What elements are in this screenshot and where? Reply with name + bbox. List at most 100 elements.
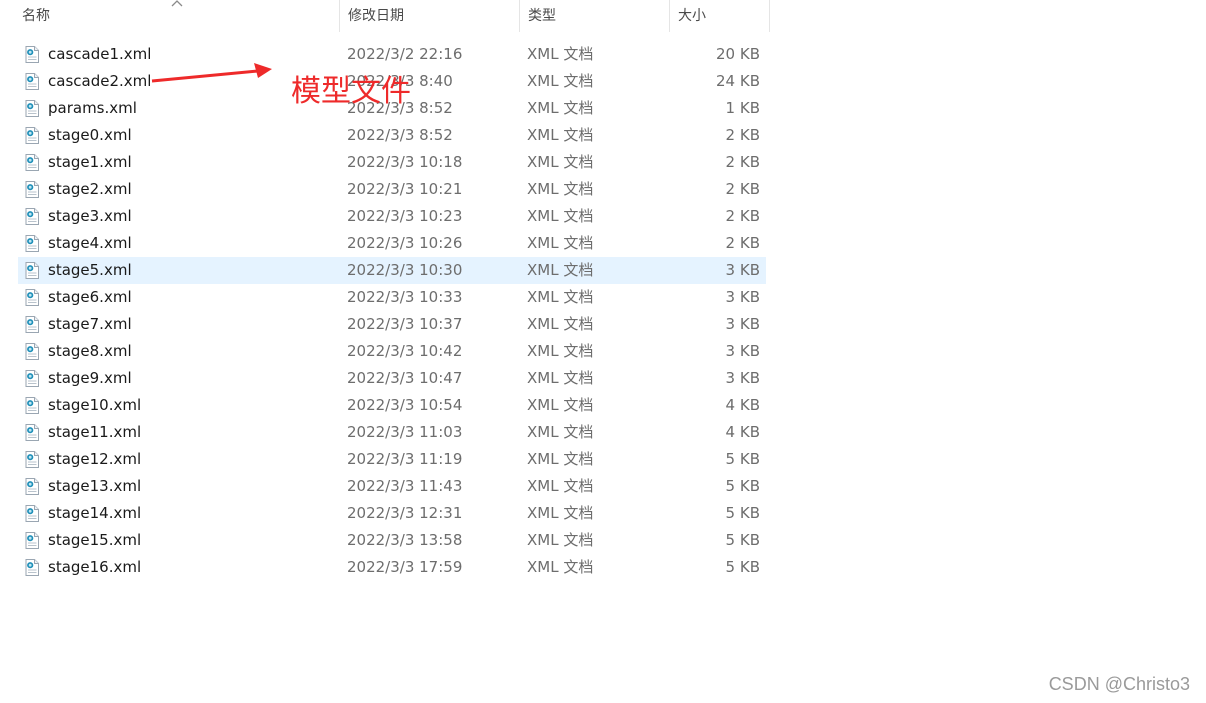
- file-type: XML 文档: [527, 423, 594, 441]
- file-type: XML 文档: [527, 396, 594, 414]
- file-size: 4 KB: [725, 396, 760, 414]
- file-row[interactable]: stage5.xml 2022/3/3 10:30 XML 文档 3 KB: [18, 257, 766, 284]
- file-type: XML 文档: [527, 369, 594, 387]
- file-size: 3 KB: [725, 342, 760, 360]
- file-row[interactable]: stage10.xml 2022/3/3 10:54 XML 文档 4 KB: [18, 392, 766, 419]
- file-type: XML 文档: [527, 315, 594, 333]
- file-size: 3 KB: [725, 369, 760, 387]
- file-size: 5 KB: [725, 450, 760, 468]
- file-name: stage4.xml: [48, 234, 132, 252]
- file-modified-date: 2022/3/3 11:43: [347, 477, 463, 495]
- file-modified-date: 2022/3/3 10:47: [347, 369, 463, 387]
- file-size: 5 KB: [725, 558, 760, 576]
- file-modified-date: 2022/3/3 11:19: [347, 450, 463, 468]
- file-type: XML 文档: [527, 450, 594, 468]
- file-size: 2 KB: [725, 126, 760, 144]
- xml-file-icon: [25, 46, 39, 63]
- xml-file-icon: [25, 154, 39, 171]
- column-header-bar: 名称 修改日期 类型 大小: [0, 0, 770, 32]
- file-row[interactable]: stage12.xml 2022/3/3 11:19 XML 文档 5 KB: [18, 446, 766, 473]
- file-modified-date: 2022/3/3 10:33: [347, 288, 463, 306]
- file-type: XML 文档: [527, 261, 594, 279]
- file-size: 4 KB: [725, 423, 760, 441]
- file-name: stage15.xml: [48, 531, 142, 549]
- xml-file-icon: [25, 451, 39, 468]
- file-size: 3 KB: [725, 288, 760, 306]
- xml-file-icon: [25, 370, 39, 387]
- file-row[interactable]: stage7.xml 2022/3/3 10:37 XML 文档 3 KB: [18, 311, 766, 338]
- file-row[interactable]: stage1.xml 2022/3/3 10:18 XML 文档 2 KB: [18, 149, 766, 176]
- file-modified-date: 2022/3/3 13:58: [347, 531, 463, 549]
- xml-file-icon: [25, 73, 39, 90]
- file-row[interactable]: stage2.xml 2022/3/3 10:21 XML 文档 2 KB: [18, 176, 766, 203]
- xml-file-icon: [25, 289, 39, 306]
- file-row[interactable]: stage11.xml 2022/3/3 11:03 XML 文档 4 KB: [18, 419, 766, 446]
- xml-file-icon: [25, 532, 39, 549]
- file-row[interactable]: cascade1.xml 2022/3/2 22:16 XML 文档 20 KB: [18, 41, 766, 68]
- file-size: 24 KB: [716, 72, 760, 90]
- file-type: XML 文档: [527, 72, 594, 90]
- file-list: cascade1.xml 2022/3/2 22:16 XML 文档 20 KB cas…: [18, 41, 766, 581]
- file-row[interactable]: stage0.xml 2022/3/3 8:52 XML 文档 2 KB: [18, 122, 766, 149]
- file-modified-date: 2022/3/3 11:03: [347, 423, 463, 441]
- xml-file-icon: [25, 559, 39, 576]
- file-modified-date: 2022/3/3 10:23: [347, 207, 463, 225]
- xml-file-icon: [25, 127, 39, 144]
- file-row[interactable]: stage6.xml 2022/3/3 10:33 XML 文档 3 KB: [18, 284, 766, 311]
- file-type: XML 文档: [527, 99, 594, 117]
- file-modified-date: 2022/3/3 10:21: [347, 180, 463, 198]
- file-type: XML 文档: [527, 558, 594, 576]
- file-type: XML 文档: [527, 477, 594, 495]
- file-name: stage3.xml: [48, 207, 132, 225]
- file-size: 20 KB: [716, 45, 760, 63]
- file-row[interactable]: stage8.xml 2022/3/3 10:42 XML 文档 3 KB: [18, 338, 766, 365]
- file-size: 5 KB: [725, 531, 760, 549]
- file-name: cascade2.xml: [48, 72, 152, 90]
- file-name: stage11.xml: [48, 423, 142, 441]
- xml-file-icon: [25, 343, 39, 360]
- file-row[interactable]: stage14.xml 2022/3/3 12:31 XML 文档 5 KB: [18, 500, 766, 527]
- column-header-date[interactable]: 修改日期: [340, 0, 520, 32]
- file-type: XML 文档: [527, 207, 594, 225]
- file-name: stage16.xml: [48, 558, 142, 576]
- file-row[interactable]: stage13.xml 2022/3/3 11:43 XML 文档 5 KB: [18, 473, 766, 500]
- file-modified-date: 2022/3/3 10:30: [347, 261, 463, 279]
- file-type: XML 文档: [527, 126, 594, 144]
- file-modified-date: 2022/3/3 10:26: [347, 234, 463, 252]
- file-row[interactable]: stage9.xml 2022/3/3 10:47 XML 文档 3 KB: [18, 365, 766, 392]
- column-header-type[interactable]: 类型: [520, 0, 670, 32]
- file-type: XML 文档: [527, 45, 594, 63]
- file-size: 2 KB: [725, 207, 760, 225]
- file-modified-date: 2022/3/3 10:42: [347, 342, 463, 360]
- file-modified-date: 2022/3/3 10:18: [347, 153, 463, 171]
- file-name: stage14.xml: [48, 504, 142, 522]
- file-size: 5 KB: [725, 477, 760, 495]
- file-name: stage12.xml: [48, 450, 142, 468]
- sort-up-chevron-icon: [171, 0, 183, 7]
- file-modified-date: 2022/3/3 12:31: [347, 504, 463, 522]
- file-name: stage9.xml: [48, 369, 132, 387]
- xml-file-icon: [25, 100, 39, 117]
- file-type: XML 文档: [527, 342, 594, 360]
- file-type: XML 文档: [527, 153, 594, 171]
- file-row[interactable]: stage16.xml 2022/3/3 17:59 XML 文档 5 KB: [18, 554, 766, 581]
- xml-file-icon: [25, 181, 39, 198]
- file-row[interactable]: stage15.xml 2022/3/3 13:58 XML 文档 5 KB: [18, 527, 766, 554]
- file-size: 2 KB: [725, 153, 760, 171]
- file-type: XML 文档: [527, 234, 594, 252]
- file-type: XML 文档: [527, 504, 594, 522]
- file-name: stage7.xml: [48, 315, 132, 333]
- file-name: cascade1.xml: [48, 45, 152, 63]
- column-header-size[interactable]: 大小: [670, 0, 770, 32]
- file-name: params.xml: [48, 99, 137, 117]
- file-row[interactable]: stage3.xml 2022/3/3 10:23 XML 文档 2 KB: [18, 203, 766, 230]
- file-modified-date: 2022/3/3 8:52: [347, 126, 453, 144]
- file-type: XML 文档: [527, 180, 594, 198]
- xml-file-icon: [25, 478, 39, 495]
- xml-file-icon: [25, 505, 39, 522]
- file-size: 5 KB: [725, 504, 760, 522]
- file-size: 1 KB: [725, 99, 760, 117]
- xml-file-icon: [25, 208, 39, 225]
- file-row[interactable]: stage4.xml 2022/3/3 10:26 XML 文档 2 KB: [18, 230, 766, 257]
- annotation-label: 模型文件: [291, 74, 411, 109]
